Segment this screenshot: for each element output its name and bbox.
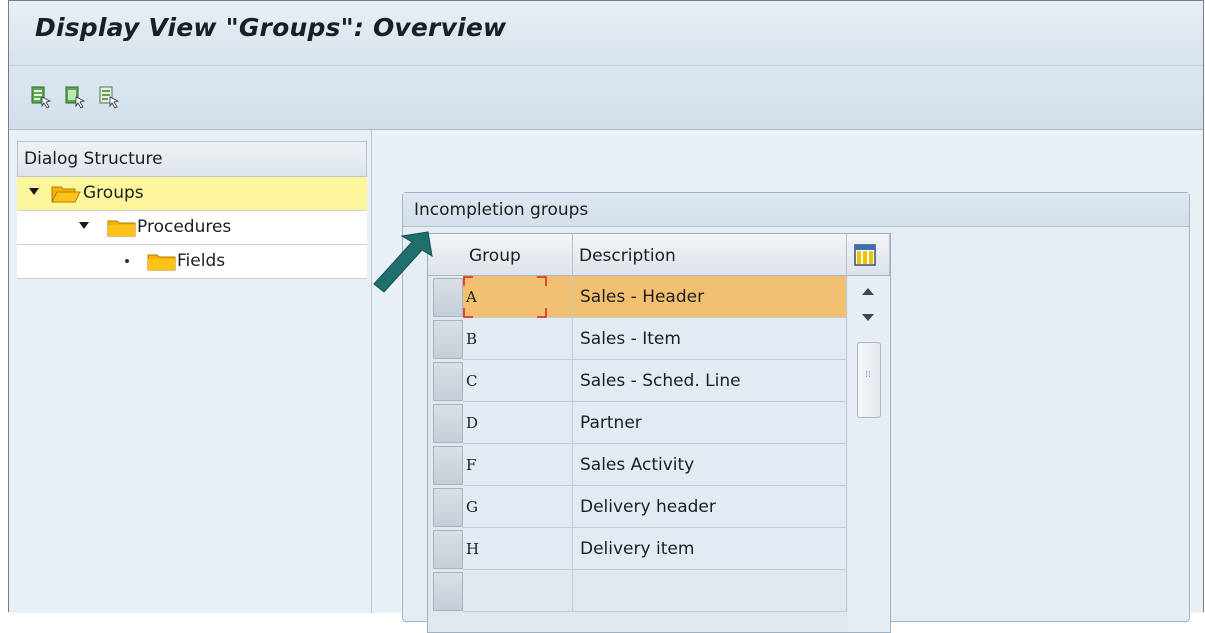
dialog-structure-pane: Dialog Structure Groups Procedures Field… [9,130,372,613]
group-code-cell[interactable]: B [463,318,573,360]
folder-icon [107,220,136,237]
row-selector[interactable] [433,404,463,443]
vertical-scrollbar[interactable]: ⁞⁞ [848,276,890,632]
detail-pane: Incompletion groups Group Description A [372,130,1203,633]
page-title: Display View "Groups": Overview [35,13,507,42]
row-selector[interactable] [433,446,463,485]
group-box-title: Incompletion groups [403,193,1189,227]
description-cell[interactable]: Sales - Header [573,276,847,318]
collapse-button[interactable] [64,85,86,109]
group-code-cell[interactable]: A [463,276,573,318]
folder-icon [147,254,176,271]
description-cell[interactable]: Delivery item [573,528,847,570]
row-selector[interactable] [433,320,463,359]
description-cell[interactable]: Partner [573,402,847,444]
select-icon [99,86,120,109]
description-cell[interactable] [573,570,847,612]
open-folder-icon [51,186,81,203]
scroll-thumb[interactable]: ⁞⁞ [857,342,881,418]
tree-item-fields[interactable]: Fields [17,245,367,279]
column-header-group[interactable]: Group [463,234,573,276]
tree-item-procedures[interactable]: Procedures [17,211,367,245]
select-block-button[interactable] [98,85,120,109]
row-selector[interactable] [433,530,463,569]
group-code-cell[interactable]: G [463,486,573,528]
collapse-icon [65,86,86,109]
scroll-up-icon[interactable] [862,288,874,295]
group-code-cell[interactable]: C [463,360,573,402]
expand-icon [31,86,52,109]
expand-arrow-icon[interactable] [79,222,89,229]
description-cell[interactable]: Sales Activity [573,444,847,486]
group-code-cell[interactable]: H [463,528,573,570]
annotation-arrow-icon [373,231,433,293]
expand-button[interactable] [30,85,52,109]
description-cell[interactable]: Sales - Item [573,318,847,360]
scroll-down-icon[interactable] [862,314,874,321]
group-code-cell[interactable]: D [463,402,573,444]
description-cell[interactable]: Sales - Sched. Line [573,360,847,402]
group-code-cell[interactable]: F [463,444,573,486]
description-cell[interactable]: Delivery header [573,486,847,528]
grip-icon: ⁞⁞ [865,370,871,380]
leaf-bullet-icon [125,259,129,263]
row-selector[interactable] [433,572,463,611]
column-header-settings [847,234,890,276]
tree-item-groups[interactable]: Groups [17,177,367,211]
row-selector[interactable] [433,362,463,401]
application-toolbar [9,66,1203,130]
sap-window: Display View "Groups": Overview Dialog S… [8,0,1204,633]
column-header-description[interactable]: Description [573,234,847,276]
tree-item-label: Procedures [137,217,232,237]
expand-arrow-icon[interactable] [29,188,39,195]
group-code-cell[interactable] [463,570,573,612]
table-settings-icon[interactable] [854,244,876,266]
groups-table: Group Description A Sales - Header B Sal… [427,233,891,633]
dialog-structure-header: Dialog Structure [17,141,367,177]
title-bar: Display View "Groups": Overview [9,1,1203,66]
incompletion-groups-box: Incompletion groups Group Description A [402,192,1190,633]
tree-item-label: Fields [177,251,226,271]
tree-item-label: Groups [83,183,144,203]
row-selector[interactable] [433,488,463,527]
